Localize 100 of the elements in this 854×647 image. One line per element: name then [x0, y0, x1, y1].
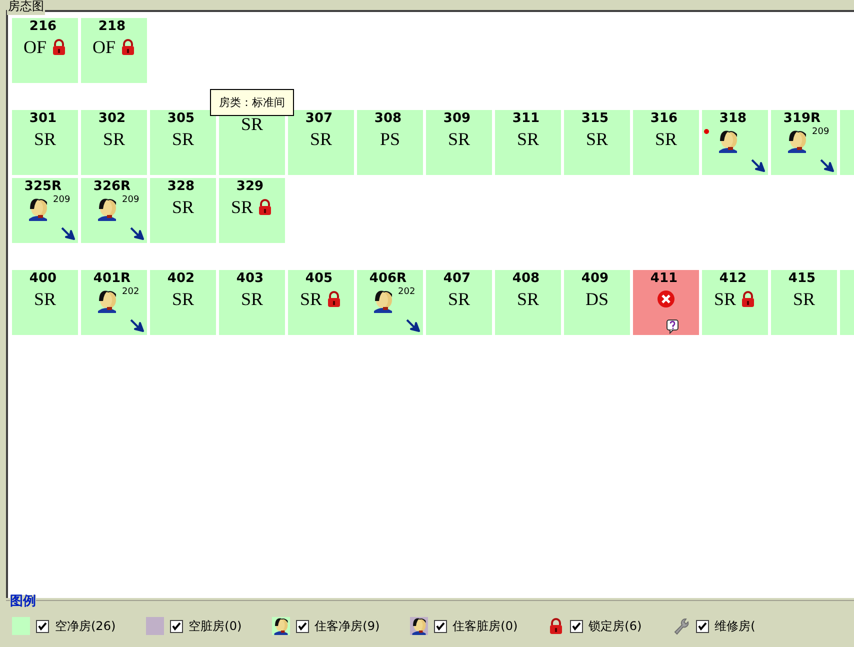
room-type-code: SR — [714, 288, 736, 310]
room-number: 301 — [29, 111, 57, 126]
room-number: 407 — [443, 271, 471, 286]
room-tile[interactable]: 309 SR — [426, 110, 492, 175]
room-tile[interactable]: 216 OF — [12, 18, 78, 83]
room-type-code: SR — [300, 288, 322, 310]
room-type-code: SR — [240, 113, 264, 135]
room-tile[interactable]: 326R 209 — [81, 178, 147, 243]
room-tile[interactable]: 328 SR — [150, 178, 216, 243]
room-type-code: SR — [310, 128, 332, 150]
room-type-code: SR — [172, 196, 194, 218]
legend-title: 图例 — [10, 595, 36, 609]
room-type-code: SR — [172, 128, 194, 150]
room-tile[interactable]: 405 SR — [288, 270, 354, 335]
room-tile[interactable]: 409 DS — [564, 270, 630, 335]
room-tile[interactable]: 407 SR — [426, 270, 492, 335]
linked-room-number: 202 — [122, 287, 140, 297]
room-tile[interactable]: 325R 209 — [12, 178, 78, 243]
arrow-icon — [820, 158, 834, 172]
room-tile[interactable]: 329 SR — [219, 178, 285, 243]
question-icon — [666, 319, 679, 334]
room-tile[interactable]: 411 — [633, 270, 699, 335]
room-type-code: SR — [448, 288, 470, 310]
room-type-code: SR — [516, 128, 540, 150]
checkbox[interactable] — [296, 620, 309, 632]
room-type-code: SR — [172, 288, 194, 310]
room-number: 405 — [305, 271, 333, 286]
panel-title: 房态图 — [7, 0, 45, 15]
room-number: 318 — [719, 111, 747, 126]
room-number: 218 — [98, 19, 126, 34]
room-tile[interactable]: 415 SR — [771, 270, 837, 335]
room-tile[interactable]: 301 SR — [12, 110, 78, 175]
guest-icon — [95, 289, 119, 313]
room-type-code: OF — [92, 36, 116, 58]
guest-icon — [26, 197, 50, 221]
checkbox[interactable] — [434, 620, 447, 632]
checkbox[interactable] — [170, 620, 183, 632]
linked-room-number: 209 — [53, 195, 70, 205]
room-number: 415 — [788, 271, 816, 286]
room-tile[interactable]: 400 SR — [12, 270, 78, 335]
checkbox[interactable] — [570, 620, 583, 632]
legend-label: 锁定房(6) — [588, 618, 642, 634]
room-number: 329 — [236, 179, 264, 194]
arrow-icon — [406, 318, 420, 332]
room-tile[interactable]: 218 OF — [81, 18, 147, 83]
room-type-code: SR — [586, 128, 608, 150]
room-tile[interactable]: 302 SR — [81, 110, 147, 175]
room-tile[interactable]: 308 PS — [357, 110, 423, 175]
room-type-code: SR — [516, 288, 540, 310]
room-tile[interactable]: 318 — [702, 110, 768, 175]
room-number: 406R — [369, 271, 407, 286]
legend-label: 空净房(26) — [55, 618, 116, 634]
room-tile[interactable]: 319R 209 — [771, 110, 837, 175]
room-number: 311 — [512, 111, 540, 126]
room-type-code: SR — [230, 196, 254, 218]
check-icon — [296, 621, 308, 631]
room-tile[interactable]: 406R 202 — [357, 270, 423, 335]
room-type-code: SR — [792, 288, 816, 310]
guest-icon — [371, 289, 395, 313]
room-tile[interactable]: 408 SR — [495, 270, 561, 335]
arrow-icon — [751, 158, 765, 172]
room-number: 308 — [374, 111, 402, 126]
guest-icon — [785, 129, 809, 153]
room-number: 307 — [305, 111, 333, 126]
room-number: 403 — [236, 271, 264, 286]
check-icon — [37, 621, 48, 631]
room-tile[interactable]: 402 SR — [150, 270, 216, 335]
legend-label: 住客净房(9) — [314, 618, 380, 634]
room-number: 319R — [783, 111, 821, 126]
tooltip: 房类：标准间 — [210, 89, 294, 116]
checkbox[interactable] — [36, 620, 49, 632]
error-icon — [657, 290, 675, 308]
guest-icon — [272, 617, 290, 635]
legend-label: 维修房( — [714, 618, 756, 634]
check-icon — [570, 621, 582, 631]
room-tile[interactable]: 305 SR — [150, 110, 216, 175]
room-number: 326R — [93, 179, 131, 194]
room-number: 412 — [719, 271, 747, 286]
room-number: 316 — [650, 111, 678, 126]
room-number: 411 — [650, 271, 678, 286]
room-tile[interactable]: 307 SR — [288, 110, 354, 175]
room-number: 328 — [167, 179, 195, 194]
room-tile[interactable]: 401R 202 — [81, 270, 147, 335]
legend-label: 空脏房(0) — [188, 618, 242, 634]
room-tile[interactable]: 403 SR — [219, 270, 285, 335]
room-tile[interactable]: 315 SR — [564, 110, 630, 175]
room-number: 216 — [29, 19, 57, 34]
legend-label: 住客脏房(0) — [452, 618, 518, 634]
room-type-code: SR — [448, 128, 470, 150]
checkbox[interactable] — [696, 620, 709, 632]
room-tile[interactable]: 412 SR — [702, 270, 768, 335]
room-number: 400 — [29, 271, 57, 286]
room-type-code: SR — [102, 128, 126, 150]
check-icon — [170, 621, 182, 631]
room-number: 325R — [24, 179, 62, 194]
room-tile[interactable]: 311 SR — [495, 110, 561, 175]
room-number: 309 — [443, 111, 471, 126]
room-number: 409 — [581, 271, 609, 286]
room-number: 401R — [93, 271, 131, 286]
room-tile[interactable]: 316 SR — [633, 110, 699, 175]
